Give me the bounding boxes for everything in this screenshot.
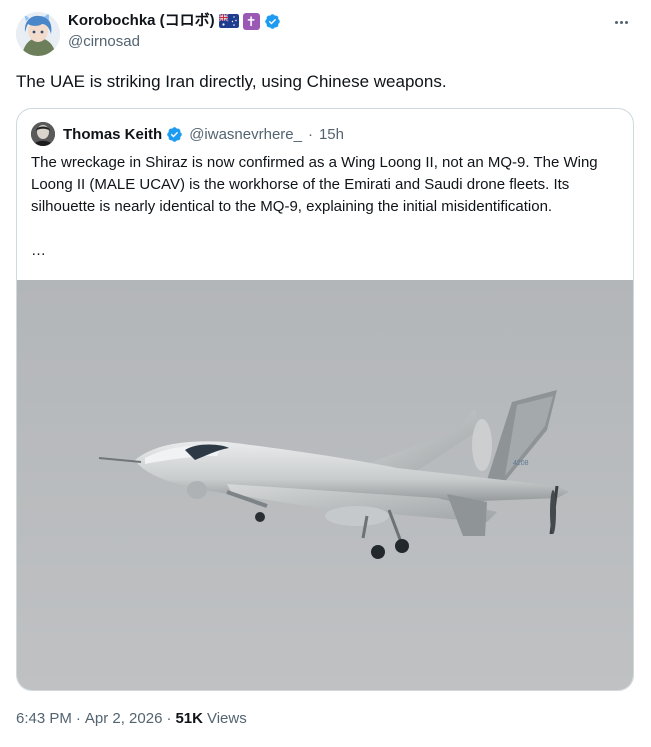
anime-avatar-icon	[16, 12, 60, 56]
tweet-meta: 6:43 PM · Apr 2, 2026 · 51K Views	[16, 709, 247, 729]
views-label: Views	[206, 710, 247, 727]
svg-text:4208: 4208	[513, 460, 529, 467]
australia-flag-icon	[218, 14, 239, 28]
quoted-tweet-card[interactable]: Thomas Keith @iwasnevrhere_ · 15h The wr…	[16, 108, 634, 691]
more-dot	[614, 20, 618, 24]
quoted-text: The wreckage in Shiraz is now confirmed …	[31, 154, 598, 215]
meta-separator: ·	[166, 710, 172, 727]
tweet: Korobochka (コロボ) ✝ @cirnosad The UAE is …	[0, 0, 651, 747]
quoted-header: Thomas Keith @iwasnevrhere_ · 15h	[31, 122, 344, 146]
more-options-button[interactable]	[609, 14, 633, 30]
verified-badge-icon	[264, 13, 280, 29]
views-count: 51K	[175, 710, 203, 727]
quoted-display-name: Thomas Keith	[63, 125, 163, 143]
author-avatar[interactable]	[16, 12, 60, 56]
more-dot	[624, 20, 628, 24]
author-name-row: Korobochka (コロボ) ✝	[68, 11, 281, 31]
quoted-handle: @iwasnevrhere_	[189, 125, 302, 143]
drone-in-flight-photo[interactable]: 4208	[17, 280, 633, 690]
quoted-timestamp[interactable]: 15h	[319, 126, 344, 143]
author-handle[interactable]: @cirnosad	[68, 32, 140, 52]
tweet-text: The UAE is striking Iran directly, using…	[16, 72, 447, 91]
portrait-avatar-icon	[31, 122, 55, 146]
quoted-ellipsis: …	[31, 242, 46, 259]
latin-cross-icon: ✝	[242, 12, 260, 30]
verified-badge-icon	[167, 126, 182, 142]
tweet-date[interactable]: Apr 2, 2026	[85, 709, 163, 729]
more-dot	[619, 20, 623, 24]
author-display-name[interactable]: Korobochka (コロボ)	[68, 11, 215, 31]
meta-separator: ·	[75, 710, 81, 727]
quoted-separator: ·	[307, 125, 313, 143]
tweet-time[interactable]: 6:43 PM	[16, 709, 72, 729]
quoted-avatar[interactable]	[31, 122, 55, 146]
